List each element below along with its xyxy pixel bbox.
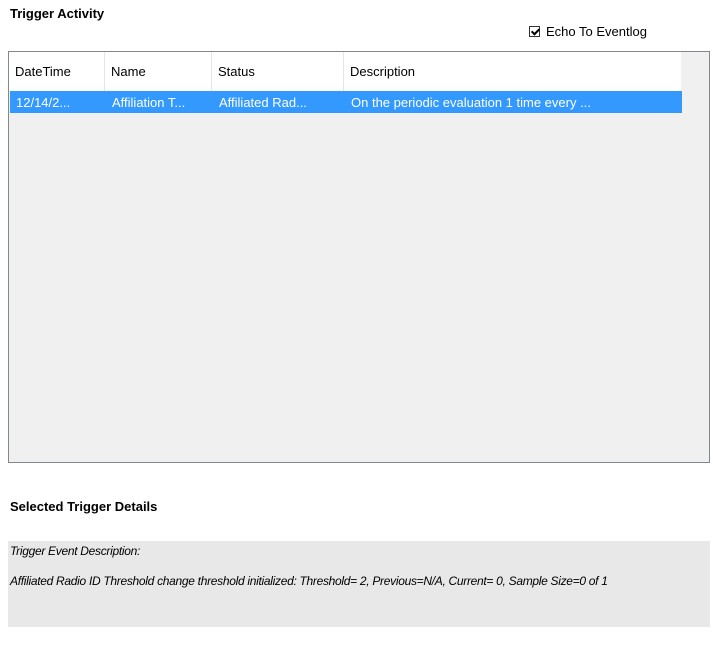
echo-to-eventlog-checkbox[interactable]: Echo To Eventlog	[529, 24, 647, 39]
cell-name: Affiliation T...	[112, 94, 186, 110]
list-header: DateTime Name Status Description	[9, 52, 681, 91]
echo-to-eventlog-label: Echo To Eventlog	[546, 24, 647, 39]
column-header-datetime[interactable]: DateTime	[9, 52, 105, 91]
trigger-activity-title: Trigger Activity	[10, 6, 105, 21]
table-row[interactable]: 12/14/2... Affiliation T... Affiliated R…	[10, 91, 682, 113]
trigger-details-box: Trigger Event Description: Affiliated Ra…	[8, 541, 710, 627]
trigger-event-description-label: Trigger Event Description:	[10, 544, 141, 558]
cell-datetime: 12/14/2...	[16, 94, 71, 110]
cell-status: Affiliated Rad...	[219, 94, 307, 110]
checkbox-checked-icon[interactable]	[529, 26, 540, 37]
column-header-description[interactable]: Description	[344, 52, 681, 91]
trigger-activity-list[interactable]: DateTime Name Status Description 12/14/2…	[8, 51, 710, 463]
selected-trigger-details-title: Selected Trigger Details	[10, 499, 158, 514]
trigger-event-description-text: Affiliated Radio ID Threshold change thr…	[10, 574, 608, 588]
column-header-status[interactable]: Status	[212, 52, 344, 91]
cell-description: On the periodic evaluation 1 time every …	[351, 94, 591, 110]
column-header-name[interactable]: Name	[105, 52, 212, 91]
